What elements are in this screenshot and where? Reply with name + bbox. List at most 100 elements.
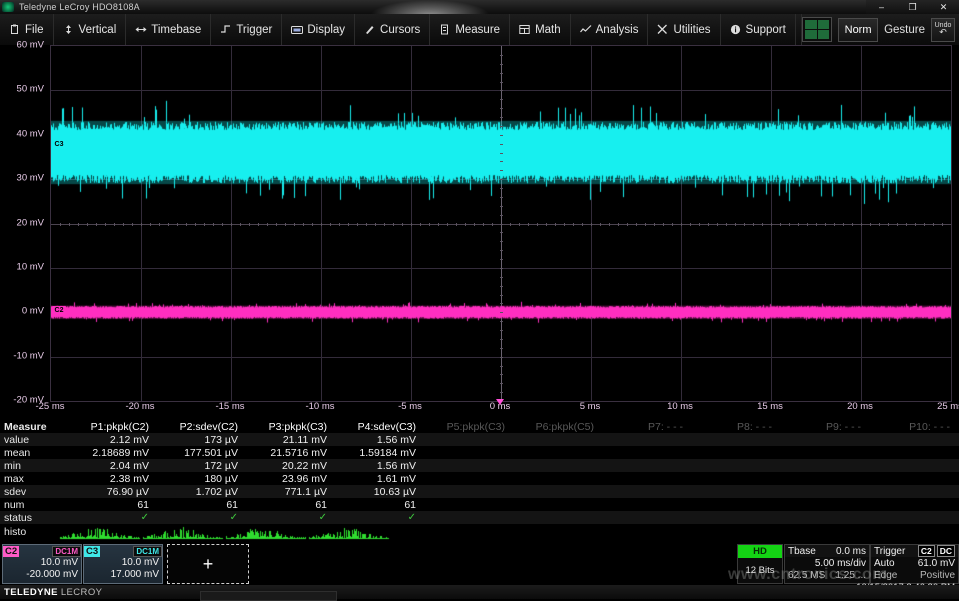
menu-item-trigger[interactable]: Trigger xyxy=(211,14,282,45)
axis-minor-tick xyxy=(375,223,376,226)
axis-minor-tick xyxy=(204,223,205,226)
measure-row-label: value xyxy=(0,434,66,446)
axis-minor-tick xyxy=(159,223,160,226)
axis-minor-tick xyxy=(510,223,511,226)
axis-minor-tick xyxy=(500,188,503,189)
brand-teledyne: TELEDYNE xyxy=(0,587,58,598)
close-button[interactable]: ✕ xyxy=(928,0,959,14)
measure-column-header[interactable]: P2:sdev(C2) xyxy=(155,421,244,433)
waveform-grid[interactable]: C3 C2 xyxy=(50,45,952,402)
hd-mode-indicator[interactable]: HD 12 Bits xyxy=(737,544,783,584)
menu-label-math: Math xyxy=(535,24,561,36)
undo-button[interactable]: Undo ↶ xyxy=(931,18,955,42)
menu-item-display[interactable]: Display xyxy=(282,14,355,45)
measure-row: num61616161 xyxy=(0,498,959,511)
channel-offset-marker-c2[interactable]: C2 xyxy=(52,306,66,315)
menu-item-vertical[interactable]: Vertical xyxy=(54,14,127,45)
channel-descriptor-c2[interactable]: C2 DC1M 10.0 mV -20.000 mV xyxy=(2,544,82,584)
trigger-source[interactable]: C2 xyxy=(918,545,935,557)
channel-descriptor-c3[interactable]: C3 DC1M 10.0 mV 17.000 mV xyxy=(83,544,163,584)
measure-column-header[interactable]: P6:pkpk(C5) xyxy=(511,421,600,433)
axis-minor-tick xyxy=(240,223,241,226)
axis-minor-tick xyxy=(843,223,844,226)
trigger-coupling[interactable]: DC xyxy=(937,545,955,557)
display-monitor-icon xyxy=(291,24,302,35)
axis-minor-tick xyxy=(645,223,646,226)
axis-minor-tick xyxy=(500,357,503,358)
axis-minor-tick xyxy=(321,223,322,226)
menu-item-timebase[interactable]: Timebase xyxy=(126,14,211,45)
scope-display[interactable]: 60 mV50 mV40 mV30 mV20 mV10 mV0 mV-10 mV… xyxy=(0,45,959,400)
measure-column-header[interactable]: P9: - - - xyxy=(778,421,867,433)
measure-table[interactable]: MeasureP1:pkpk(C2)P2:sdev(C2)P3:pkpk(C3)… xyxy=(0,420,959,540)
axis-minor-tick xyxy=(753,223,754,226)
axis-minor-tick xyxy=(114,223,115,226)
measure-column-header[interactable]: P1:pkpk(C2) xyxy=(66,421,155,433)
menu-item-analysis[interactable]: Analysis xyxy=(571,14,649,45)
menu-item-support[interactable]: Support xyxy=(721,14,796,45)
axis-minor-tick xyxy=(258,223,259,226)
measure-cell-status: ✓ xyxy=(333,512,422,523)
axis-minor-tick xyxy=(500,99,503,100)
axis-minor-tick xyxy=(500,286,503,287)
x-axis-tick-label: 20 ms xyxy=(847,401,873,412)
y-axis-tick-label: 10 mV xyxy=(17,262,44,273)
axis-minor-tick xyxy=(312,223,313,226)
menu-item-cursors[interactable]: Cursors xyxy=(355,14,430,45)
channel-coupling-c2[interactable]: DC1M xyxy=(52,546,81,557)
timebase-panel[interactable]: Tbase 0.0 ms 5.00 ms/div 62.5 MS 1.25 ..… xyxy=(784,544,870,584)
minimize-button[interactable]: – xyxy=(866,0,897,14)
trigger-mode-row: Auto 61.0 mV xyxy=(871,557,958,569)
axis-minor-tick xyxy=(348,223,349,226)
axis-minor-tick xyxy=(285,223,286,226)
axis-minor-tick xyxy=(942,223,943,226)
x-axis-tick-label: 15 ms xyxy=(757,401,783,412)
axis-minor-tick xyxy=(564,223,565,226)
add-trace-button[interactable]: + xyxy=(167,544,249,584)
trigger-mode-norm-button[interactable]: Norm xyxy=(838,18,878,42)
axis-minor-tick xyxy=(699,223,700,226)
axis-minor-tick xyxy=(500,250,503,251)
measure-cell-sdev: 76.90 µV xyxy=(66,486,155,498)
menu-label-trigger: Trigger xyxy=(236,24,272,36)
menu-item-math[interactable]: Math xyxy=(510,14,571,45)
axis-minor-tick xyxy=(789,223,790,226)
axis-minor-tick xyxy=(708,223,709,226)
menu-item-utilities[interactable]: Utilities xyxy=(648,14,720,45)
axis-minor-tick xyxy=(519,223,520,226)
axis-minor-tick xyxy=(231,223,232,226)
axis-minor-tick xyxy=(500,117,503,118)
gesture-label[interactable]: Gesture xyxy=(884,24,925,36)
taskbar-item[interactable] xyxy=(200,591,337,601)
axis-minor-tick xyxy=(924,223,925,226)
axis-minor-tick xyxy=(933,223,934,226)
axis-minor-tick xyxy=(249,223,250,226)
axis-minor-tick xyxy=(500,82,503,83)
measure-cell-value: 173 µV xyxy=(155,434,244,446)
measure-column-header[interactable]: P8: - - - xyxy=(689,421,778,433)
axis-minor-tick xyxy=(500,215,503,216)
measure-column-header[interactable]: P10: - - - xyxy=(867,421,956,433)
axis-minor-tick xyxy=(500,312,503,313)
channel-offset-marker-c3[interactable]: C3 xyxy=(52,140,66,149)
trigger-panel[interactable]: Trigger C2 DC Auto 61.0 mV Edge Positive xyxy=(870,544,959,584)
maximize-button[interactable]: ❐ xyxy=(897,0,928,14)
axis-minor-tick xyxy=(500,268,503,269)
channel-coupling-c3[interactable]: DC1M xyxy=(133,546,162,557)
grid-layout-icon[interactable] xyxy=(802,17,832,42)
measure-column-header[interactable]: P7: - - - xyxy=(600,421,689,433)
measure-column-header[interactable]: P3:pkpk(C3) xyxy=(244,421,333,433)
measure-row-label: sdev xyxy=(0,486,66,498)
axis-minor-tick xyxy=(600,223,601,226)
measure-column-header[interactable]: P4:sdev(C3) xyxy=(333,421,422,433)
measure-column-header[interactable]: P5:pkpk(C3) xyxy=(422,421,511,433)
axis-minor-tick xyxy=(411,223,412,226)
trigger-label: Trigger xyxy=(874,546,905,557)
menu-item-measure[interactable]: Measure xyxy=(430,14,510,45)
axis-minor-tick xyxy=(500,73,503,74)
trigger-position-marker[interactable] xyxy=(496,399,504,405)
axis-minor-tick xyxy=(627,223,628,226)
measure-row-label: mean xyxy=(0,447,66,459)
bottom-status-bar: C2 DC1M 10.0 mV -20.000 mV C3 DC1M 10.0 … xyxy=(0,542,959,585)
axis-minor-tick xyxy=(132,223,133,226)
